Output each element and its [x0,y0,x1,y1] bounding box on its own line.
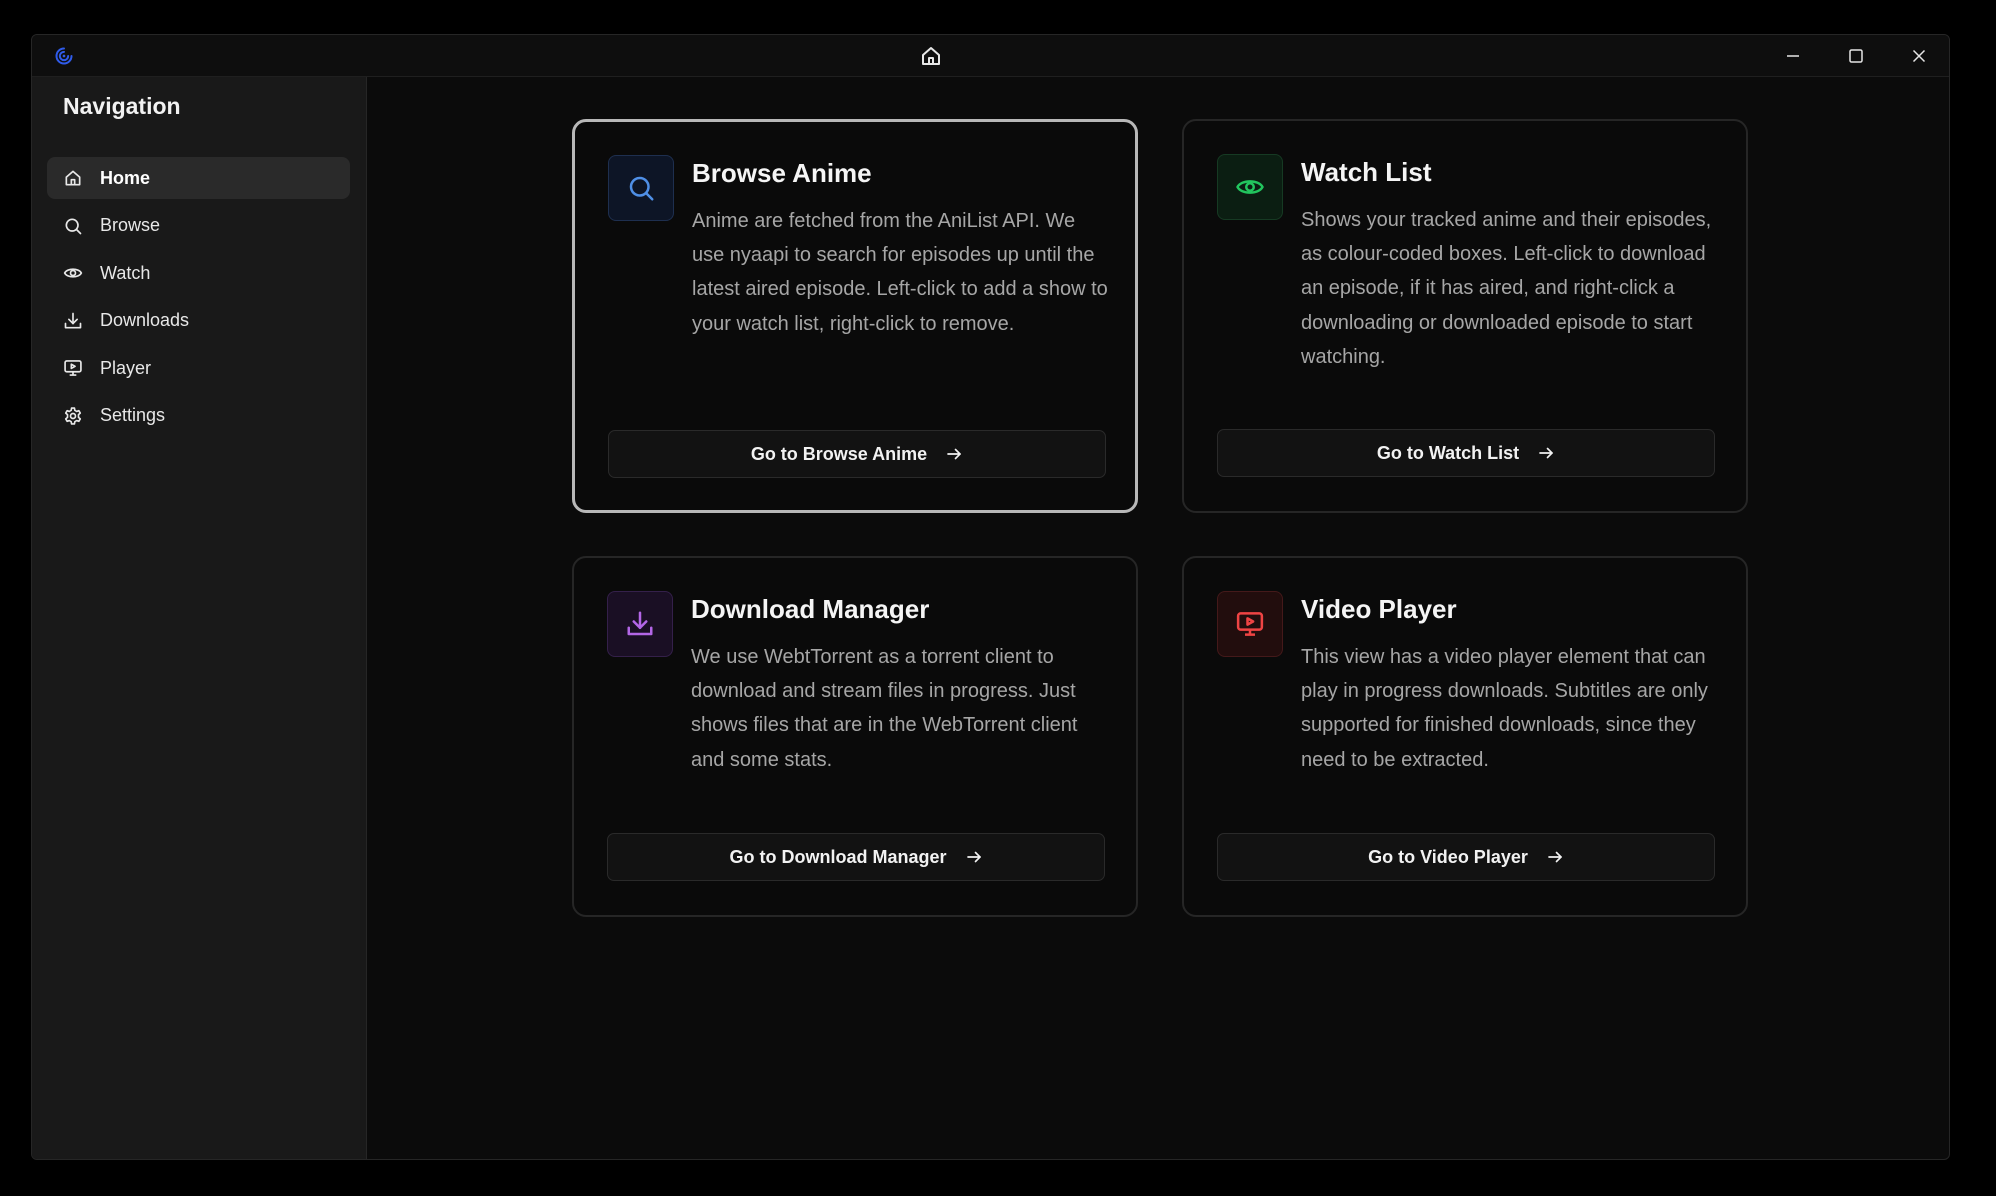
maximize-icon [1849,48,1863,63]
card-description: Shows your tracked anime and their episo… [1301,209,1712,368]
arrow-right-icon [1548,851,1562,863]
app-window: Navigation Home Browse Watch Downloads P… [31,34,1950,1160]
download-manager-card: Download Manager We use WebtTorrent as a… [572,556,1138,917]
card-icon-box [1217,154,1283,220]
sidebar-item-label: Settings [100,405,166,425]
home-icon [922,47,940,65]
close-button[interactable] [1888,35,1949,76]
sidebar-item-label: Player [100,357,152,378]
button-label: Go to Download Manager [729,846,947,867]
go-to-watch-list-button[interactable]: Go to Watch List [1217,429,1715,477]
search-icon [629,176,654,201]
sidebar-item-browse[interactable]: Browse [47,205,350,247]
card-icon-box [608,155,674,221]
monitor-play-icon [64,360,82,376]
card-title: Download Manager [691,594,930,624]
sidebar-item-downloads[interactable]: Downloads [47,300,350,342]
monitor-play-icon [1236,612,1264,636]
button-label: Go to Browse Anime [750,443,928,464]
card-icon-box [1217,591,1283,657]
minimize-button[interactable] [1762,35,1824,76]
sidebar-item-settings[interactable]: Settings [47,395,350,437]
card-description: Anime are fetched from the AniList API. … [692,210,1108,335]
search-icon [65,218,82,234]
card-icon-box [607,591,673,657]
minimize-icon [1787,54,1799,57]
sidebar-item-label: Browse [100,215,161,235]
app-logo-icon [55,47,73,65]
card-description: This view has a video player element tha… [1301,646,1708,771]
sidebar-item-label: Home [100,167,151,188]
nav-list: Home Browse Watch Downloads Player Setti [47,157,350,442]
card-description: We use WebtTorrent as a torrent client t… [691,646,1078,771]
sidebar-item-home[interactable]: Home [47,157,350,199]
go-to-download-manager-button[interactable]: Go to Download Manager [607,833,1105,881]
sidebar-item-label: Watch [100,262,151,283]
download-icon [64,312,82,328]
sidebar-item-watch[interactable]: Watch [47,252,350,294]
eye-icon [63,268,83,278]
button-label: Go to Video Player [1368,846,1528,867]
sidebar: Navigation Home Browse Watch Downloads P… [32,77,367,1159]
card-title: Watch List [1301,157,1432,187]
card-title: Video Player [1301,594,1457,624]
go-to-browse-anime-button[interactable]: Go to Browse Anime [608,430,1106,478]
sidebar-item-player[interactable]: Player [47,347,350,389]
arrow-right-icon [947,448,961,460]
sidebar-item-label: Downloads [100,310,190,330]
home-icon [65,170,81,186]
arrow-right-icon [966,851,981,863]
go-to-video-player-button[interactable]: Go to Video Player [1217,833,1715,881]
sidebar-title: Navigation [63,93,181,119]
gear-icon [64,406,82,425]
button-label: Go to Watch List [1376,442,1520,463]
eye-icon [1236,180,1264,194]
card-title: Browse Anime [692,158,872,188]
video-player-card: Video Player This view has a video playe… [1182,556,1748,917]
watch-list-card: Watch List Shows your tracked anime and … [1182,119,1748,513]
browse-anime-card: Browse Anime Anime are fetched from the … [572,119,1138,513]
arrow-right-icon [1539,447,1553,459]
title-bar [32,35,1949,77]
close-icon [1912,49,1926,62]
download-icon [627,611,653,636]
maximize-button[interactable] [1825,35,1887,76]
